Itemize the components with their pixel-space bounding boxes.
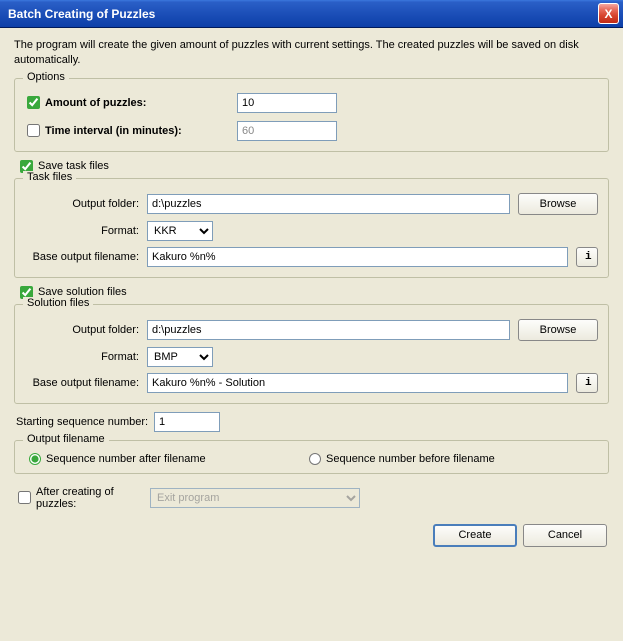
options-title: Options xyxy=(23,71,69,83)
task-files-title: Task files xyxy=(23,171,76,183)
options-group: Options Amount of puzzles: Time interval… xyxy=(14,78,609,152)
seq-after-radio-input[interactable] xyxy=(29,453,41,465)
solution-files-group: Solution files Output folder: Browse For… xyxy=(14,304,609,404)
sequence-input[interactable] xyxy=(154,412,220,432)
output-filename-title: Output filename xyxy=(23,433,109,445)
amount-input[interactable] xyxy=(237,93,337,113)
interval-checkbox[interactable]: Time interval (in minutes): xyxy=(27,124,237,137)
solution-output-folder-label: Output folder: xyxy=(25,324,147,336)
seq-before-radio[interactable]: Sequence number before filename xyxy=(309,453,495,465)
task-files-group: Task files Output folder: Browse Format:… xyxy=(14,178,609,278)
solution-output-folder-input[interactable] xyxy=(147,320,510,340)
solution-info-button[interactable]: i xyxy=(576,373,598,393)
task-format-label: Format: xyxy=(25,225,147,237)
task-base-label: Base output filename: xyxy=(25,251,147,263)
dialog-content: The program will create the given amount… xyxy=(0,28,623,641)
solution-format-select[interactable]: BMP xyxy=(147,347,213,367)
amount-checkbox[interactable]: Amount of puzzles: xyxy=(27,96,237,109)
window-title: Batch Creating of Puzzles xyxy=(8,7,155,21)
titlebar: Batch Creating of Puzzles X xyxy=(0,0,623,28)
solution-files-title: Solution files xyxy=(23,297,93,309)
task-base-input[interactable] xyxy=(147,247,568,267)
after-creating-select[interactable]: Exit program xyxy=(150,488,360,508)
solution-base-label: Base output filename: xyxy=(25,377,147,389)
after-creating-checkbox-input[interactable] xyxy=(18,491,31,504)
after-creating-checkbox[interactable]: After creating of puzzles: xyxy=(18,486,150,510)
create-button[interactable]: Create xyxy=(433,524,517,547)
task-output-folder-input[interactable] xyxy=(147,194,510,214)
seq-before-radio-input[interactable] xyxy=(309,453,321,465)
cancel-button[interactable]: Cancel xyxy=(523,524,607,547)
task-info-button[interactable]: i xyxy=(576,247,598,267)
interval-input[interactable] xyxy=(237,121,337,141)
task-format-select[interactable]: KKR xyxy=(147,221,213,241)
amount-label: Amount of puzzles: xyxy=(45,97,146,109)
solution-browse-button[interactable]: Browse xyxy=(518,319,598,341)
interval-label: Time interval (in minutes): xyxy=(45,125,182,137)
solution-base-input[interactable] xyxy=(147,373,568,393)
task-output-folder-label: Output folder: xyxy=(25,198,147,210)
intro-text: The program will create the given amount… xyxy=(14,38,609,68)
close-button[interactable]: X xyxy=(598,3,619,24)
sequence-label: Starting sequence number: xyxy=(16,416,154,428)
seq-after-radio[interactable]: Sequence number after filename xyxy=(29,453,309,465)
solution-format-label: Format: xyxy=(25,351,147,363)
output-filename-group: Output filename Sequence number after fi… xyxy=(14,440,609,474)
seq-before-label: Sequence number before filename xyxy=(326,453,495,465)
task-browse-button[interactable]: Browse xyxy=(518,193,598,215)
amount-checkbox-input[interactable] xyxy=(27,96,40,109)
after-creating-label: After creating of puzzles: xyxy=(36,486,150,510)
interval-checkbox-input[interactable] xyxy=(27,124,40,137)
seq-after-label: Sequence number after filename xyxy=(46,453,206,465)
